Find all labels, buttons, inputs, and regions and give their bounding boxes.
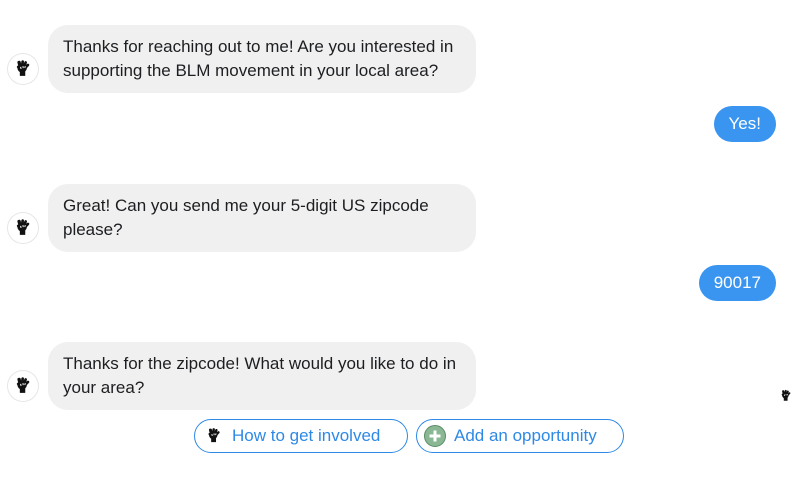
bot-avatar	[8, 213, 38, 243]
quick-reply-add-an-opportunity[interactable]: Add an opportunity	[416, 419, 624, 453]
quick-reply-label: Add an opportunity	[454, 426, 597, 445]
message-text: Yes!	[728, 114, 761, 133]
bot-avatar	[8, 371, 38, 401]
raised-fist-icon	[13, 59, 33, 79]
seen-indicator-icon	[778, 388, 794, 404]
quick-reply-how-to-get-involved[interactable]: How to get involved	[194, 419, 408, 453]
bot-message-bubble: Thanks for reaching out to me! Are you i…	[48, 25, 476, 93]
message-text: Great! Can you send me your 5-digit US z…	[63, 196, 429, 239]
raised-fist-icon	[13, 376, 33, 396]
bot-avatar	[8, 54, 38, 84]
message-text: Thanks for reaching out to me! Are you i…	[63, 37, 454, 80]
bot-message-bubble: Great! Can you send me your 5-digit US z…	[48, 184, 476, 252]
raised-fist-icon	[204, 426, 224, 446]
raised-fist-icon	[13, 218, 33, 238]
bot-message-bubble: Thanks for the zipcode! What would you l…	[48, 342, 476, 410]
plus-circle-icon	[424, 425, 446, 447]
raised-fist-icon	[779, 389, 793, 403]
user-message-bubble: 90017	[698, 265, 776, 301]
user-message-bubble: Yes!	[713, 106, 776, 142]
quick-reply-label: How to get involved	[232, 426, 381, 445]
message-text: Thanks for the zipcode! What would you l…	[63, 354, 457, 397]
message-text: 90017	[713, 273, 761, 292]
